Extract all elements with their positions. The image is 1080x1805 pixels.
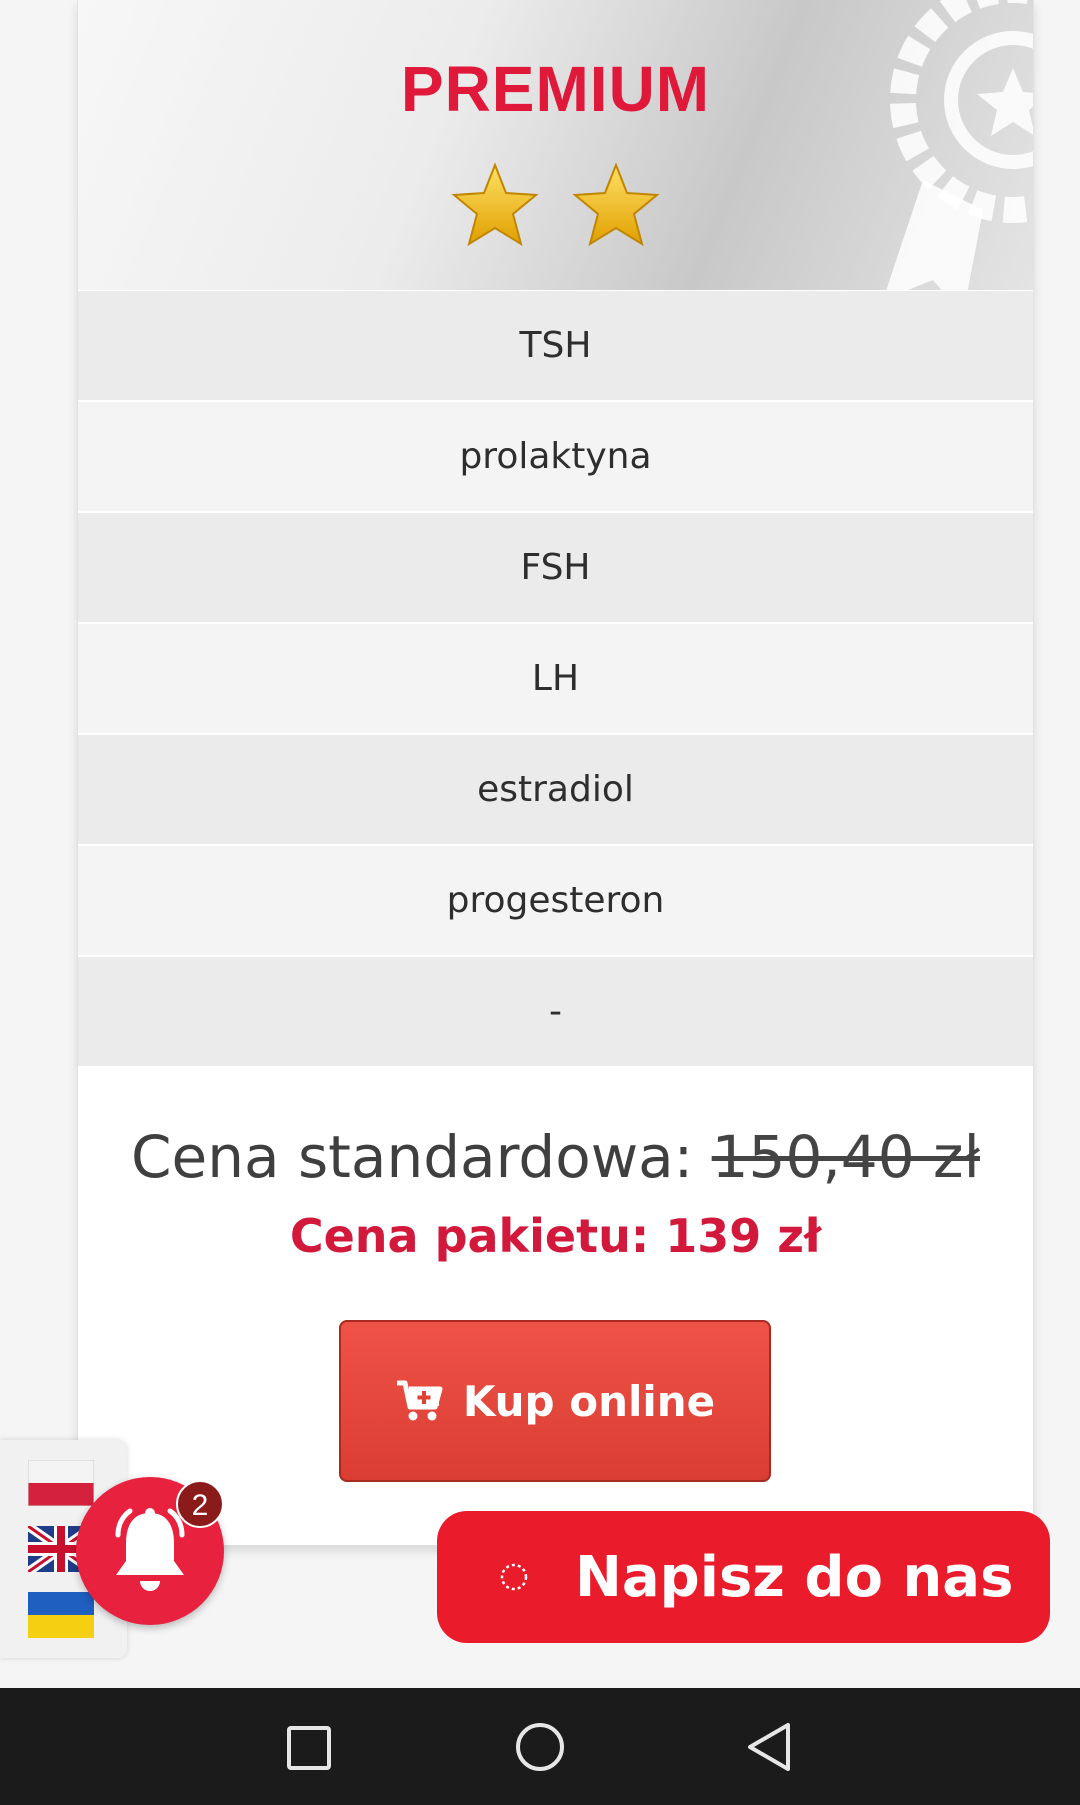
star-icon <box>572 162 660 247</box>
standard-price: Cena standardowa: 150,40 zł <box>78 1123 1033 1191</box>
recent-apps-icon[interactable] <box>286 1725 332 1771</box>
test-list: TSH prolaktyna FSH LH estradiol progeste… <box>78 291 1033 1068</box>
contact-us-label: Napisz do nas <box>575 1544 1014 1610</box>
test-row: prolaktyna <box>78 402 1033 511</box>
plan-title: PREMIUM <box>400 53 711 125</box>
star-icon <box>451 162 539 247</box>
rating-stars <box>78 162 1033 253</box>
old-price: 150,40 zł <box>711 1123 980 1191</box>
pl-flag-icon[interactable] <box>28 1460 94 1506</box>
test-row: FSH <box>78 513 1033 622</box>
test-row: progesteron <box>78 846 1033 955</box>
home-icon[interactable] <box>515 1722 565 1772</box>
chat-bubble-icon <box>500 1563 528 1591</box>
test-row: estradiol <box>78 735 1033 844</box>
card-header: PREMIUM <box>78 0 1033 290</box>
standard-price-label: Cena standardowa: <box>131 1123 694 1191</box>
bell-icon <box>115 1508 185 1591</box>
system-navigation-bar <box>0 1688 1080 1805</box>
back-icon[interactable] <box>746 1722 792 1772</box>
test-row: - <box>78 957 1033 1066</box>
test-row: LH <box>78 624 1033 733</box>
test-row: TSH <box>78 291 1033 400</box>
buy-online-button[interactable]: Kup online <box>339 1320 771 1482</box>
contact-us-button[interactable]: Napisz do nas <box>437 1511 1050 1643</box>
package-price: Cena pakietu: 139 zł <box>289 1209 822 1263</box>
ua-flag-icon[interactable] <box>28 1592 94 1638</box>
notification-count-badge: 2 <box>176 1480 224 1528</box>
cart-plus-icon <box>396 1380 443 1421</box>
buy-button-label: Kup online <box>462 1376 716 1426</box>
premium-package-card: PREMIUM TSH prolaktyna FSH LH estradiol … <box>77 0 1034 1545</box>
